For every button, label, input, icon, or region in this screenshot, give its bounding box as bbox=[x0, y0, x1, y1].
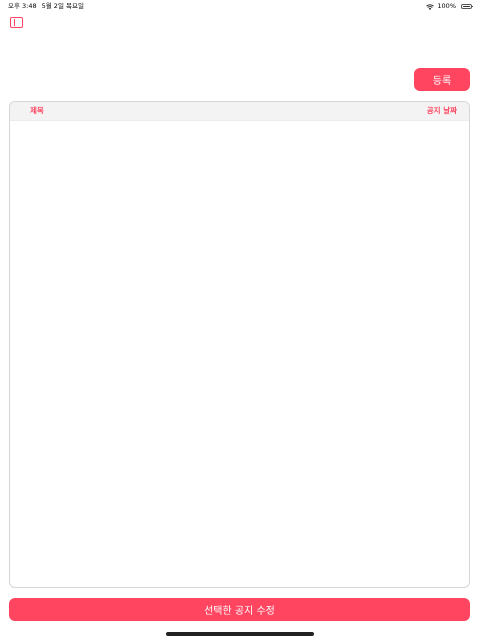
register-button[interactable]: 등록 bbox=[414, 68, 470, 91]
table-header: 제목 공지 날짜 bbox=[10, 102, 469, 121]
status-left: 오후 3:48 5월 2일 목요일 bbox=[8, 0, 84, 12]
column-header-title[interactable]: 제목 bbox=[30, 102, 44, 120]
column-header-date[interactable]: 공지 날짜 bbox=[427, 102, 457, 120]
battery-percent: 100% bbox=[437, 2, 456, 10]
status-bar: 오후 3:48 5월 2일 목요일 100% bbox=[0, 0, 480, 12]
status-right: 100% bbox=[426, 0, 473, 12]
battery-icon bbox=[461, 3, 473, 9]
edit-selected-notice-button[interactable]: 선택한 공지 수정 bbox=[9, 598, 470, 621]
notice-table[interactable]: 제목 공지 날짜 bbox=[9, 101, 470, 588]
sidebar-icon[interactable] bbox=[10, 17, 23, 28]
status-time: 오후 3:48 bbox=[8, 2, 37, 10]
wifi-icon bbox=[426, 3, 435, 10]
status-date: 5월 2일 목요일 bbox=[41, 2, 84, 10]
home-indicator bbox=[166, 632, 314, 636]
